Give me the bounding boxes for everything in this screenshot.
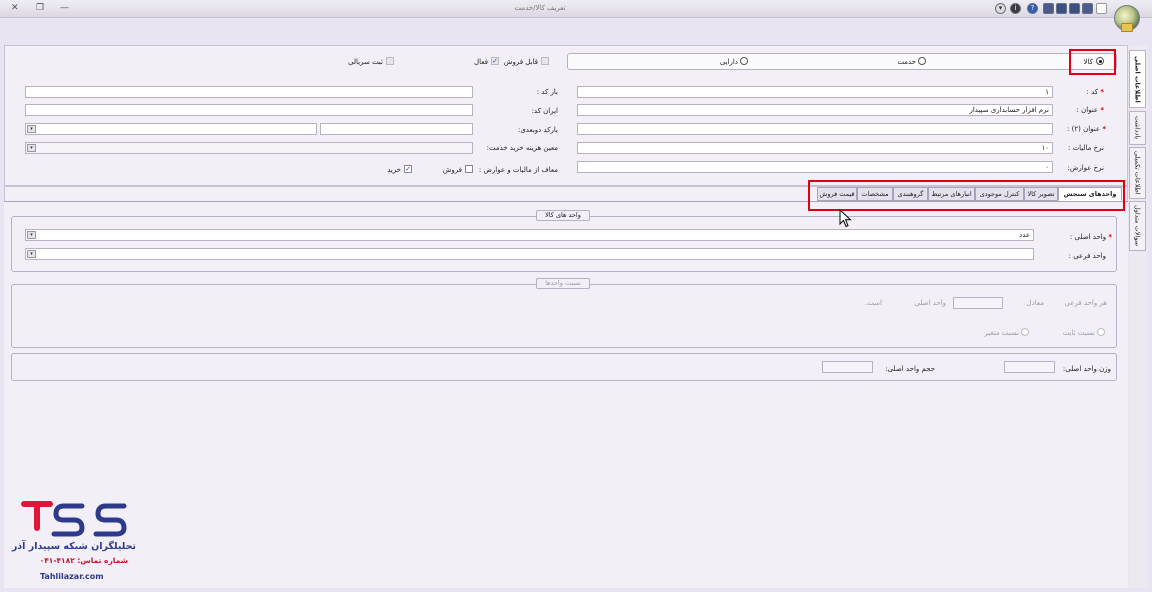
faal-checkbox[interactable]: ✓: [491, 57, 499, 65]
barcode2-label: بارکد دوبعدی:: [517, 126, 558, 134]
onvan2-label: * عنوان (۲) :: [1067, 125, 1106, 133]
minimize-window-button[interactable]: —: [60, 4, 69, 13]
nesbat-sabet-label: نسبت ثابت: [1062, 329, 1095, 337]
info-icon[interactable]: i: [1010, 3, 1021, 14]
window-title: تعریف کالا/خدمت: [514, 4, 566, 12]
qabel-forush-checkbox[interactable]: [541, 57, 549, 65]
forush-checkbox[interactable]: [465, 165, 473, 173]
barcode-input[interactable]: [25, 86, 473, 98]
nerkh-avarez-input[interactable]: ۰: [577, 161, 1053, 173]
tahlilazar-logo-icon: [21, 501, 127, 537]
ast-label: است.: [865, 299, 882, 307]
highlight-tabs: [808, 180, 1125, 211]
highlight-type-kala: [1069, 49, 1116, 75]
irancode-label: ایران کد:: [531, 107, 558, 115]
nerkh-maliat-input[interactable]: ۱۰: [577, 142, 1053, 154]
save-icon[interactable]: [1082, 3, 1093, 14]
moein-select[interactable]: [25, 142, 473, 154]
onvan-input[interactable]: نرم افزار حسابداری سپیدار: [577, 104, 1053, 116]
vahed-asli-label: واحد اصلی: [914, 299, 946, 307]
radio-khedmat[interactable]: [918, 57, 926, 65]
side-tab-main-info[interactable]: اطلاعات اصلی: [1129, 50, 1146, 108]
radio-khedmat-label: خدمت: [897, 58, 916, 66]
har-vahed-farei-label: هر واحد فرعی: [1064, 299, 1107, 307]
radio-nesbat-motaghayer[interactable]: [1021, 328, 1029, 336]
mouse-cursor-icon: [839, 209, 852, 228]
main-unit-select[interactable]: عدد: [25, 229, 1034, 241]
watermark-phone: شماره تماس: ۴۱۸۲-۰۴۱: [39, 556, 128, 565]
side-tab-note[interactable]: یادداشت: [1129, 111, 1146, 145]
sub-unit-select[interactable]: [25, 248, 1034, 260]
sabt-seriali-label: ثبت سریالی: [348, 58, 383, 66]
save-all-icon[interactable]: [1056, 3, 1067, 14]
hajm-input[interactable]: [822, 361, 873, 373]
dropdown-icon[interactable]: ▾: [995, 3, 1006, 14]
moein-label: معین هزینه خرید خدمت:: [486, 144, 558, 152]
nerkh-maliat-label: نرخ مالیات :: [1068, 144, 1104, 152]
code-input[interactable]: ۱: [577, 86, 1053, 98]
radio-nesbat-sabet[interactable]: [1097, 328, 1105, 336]
weight-volume-group: [11, 353, 1117, 381]
barcode-label: بار کد :: [536, 88, 558, 96]
kharid-checkbox[interactable]: ✓: [404, 165, 412, 173]
print-icon[interactable]: [1043, 3, 1054, 14]
side-tab-faq[interactable]: سوالات متداول: [1129, 201, 1146, 251]
hajm-label: حجم واحد اصلی:: [885, 365, 935, 373]
radio-daraei[interactable]: [740, 57, 748, 65]
units-group: [11, 216, 1117, 272]
vazn-label: وزن واحد اصلی:: [1062, 365, 1111, 373]
watermark-brand-title: تحلیلگران شبکه سپیدار آذر: [11, 541, 136, 552]
forush-label: فروش: [442, 166, 462, 174]
save-as-icon[interactable]: [1069, 3, 1080, 14]
barcode2-type-select[interactable]: [25, 123, 317, 135]
sub-unit-label: واحد فرعی :: [1068, 252, 1106, 260]
ratio-group: [11, 284, 1117, 348]
folder-icon[interactable]: [1121, 23, 1133, 32]
barcode2-input[interactable]: [320, 123, 473, 135]
new-doc-icon[interactable]: [1096, 3, 1107, 14]
close-window-button[interactable]: ✕: [11, 4, 19, 13]
irancode-input[interactable]: [25, 104, 473, 116]
main-unit-dropdown-icon[interactable]: ▾: [27, 231, 36, 239]
moein-dropdown-icon[interactable]: ▾: [27, 144, 36, 152]
side-tab-extra-info[interactable]: اطلاعات تکمیلی: [1129, 147, 1146, 199]
sabt-seriali-checkbox[interactable]: [386, 57, 394, 65]
barcode2-dropdown-icon[interactable]: ▾: [27, 125, 36, 133]
help-icon[interactable]: ?: [1027, 3, 1038, 14]
sub-unit-dropdown-icon[interactable]: ▾: [27, 250, 36, 258]
moadel-label: معادل: [1026, 299, 1044, 307]
vazn-input[interactable]: [1004, 361, 1055, 373]
watermark-website: Tahlilazar.com: [40, 572, 104, 581]
side-tab-strip: اطلاعات اصلی یادداشت اطلاعات تکمیلی سوال…: [1129, 45, 1148, 588]
onvan2-input[interactable]: [577, 123, 1053, 135]
kharid-label: خرید: [387, 166, 401, 174]
restore-window-button[interactable]: ❐: [36, 4, 44, 13]
item-type-group: [567, 53, 1117, 70]
nerkh-avarez-label: نرخ عوارض:: [1067, 164, 1105, 172]
faal-label: فعال: [474, 58, 488, 66]
nesbat-motaghayer-label: نسبت متغیر: [984, 329, 1019, 337]
onvan-label: * عنوان :: [1076, 106, 1104, 114]
ratio-group-title: نسبت واحدها: [536, 278, 590, 289]
radio-daraei-label: دارایی: [719, 58, 738, 66]
main-unit-label: * واحد اصلی :: [1069, 233, 1112, 241]
ratio-input[interactable]: [953, 297, 1003, 309]
code-label: * کد :: [1086, 88, 1105, 96]
units-group-title: واحد های کالا: [536, 210, 590, 221]
moaf-label: معاف از مالیات و عوارض :: [478, 166, 558, 174]
